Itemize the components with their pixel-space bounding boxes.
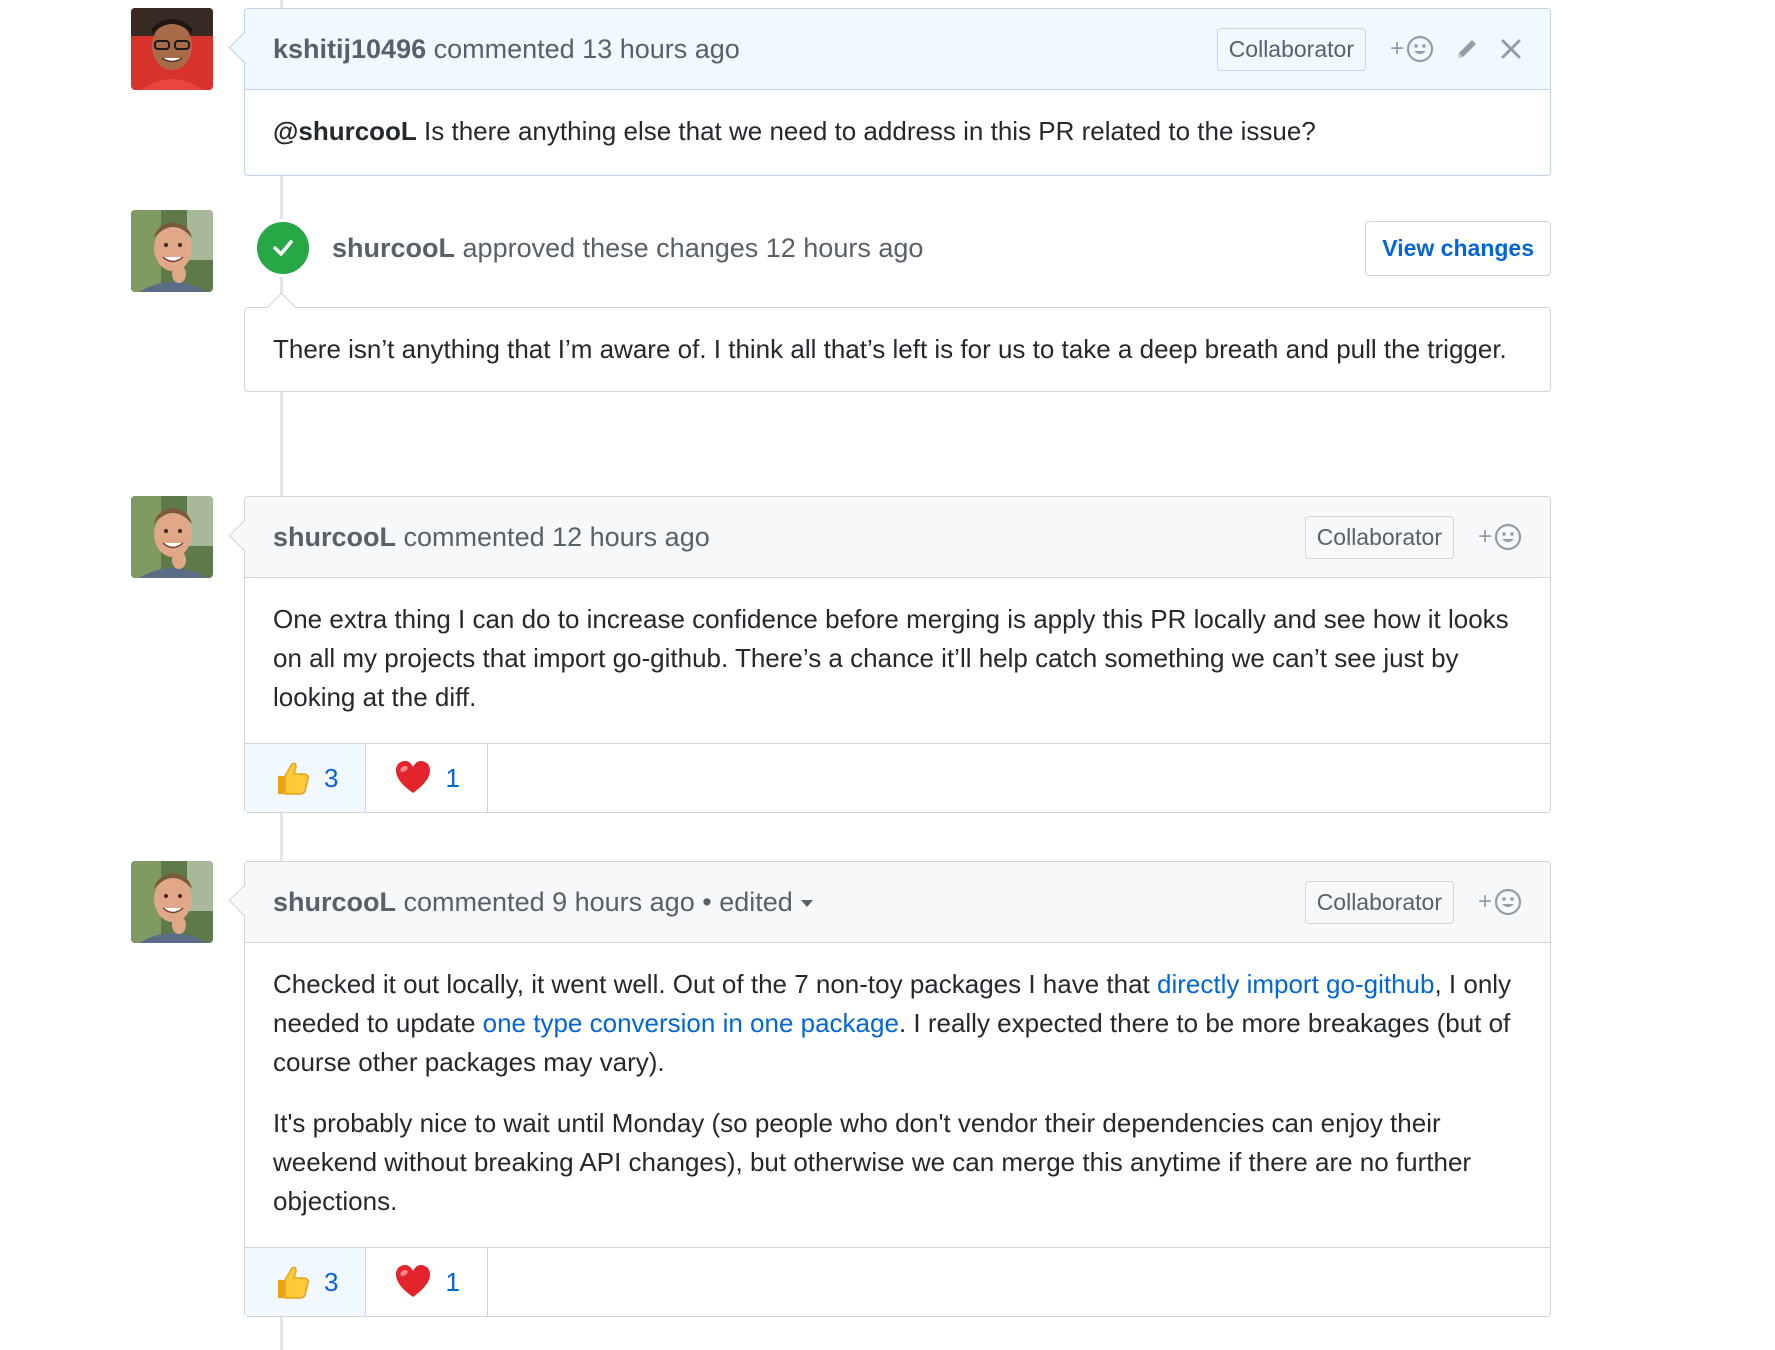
comment-meta: shurcooL commented 9 hours ago • edited (273, 887, 813, 918)
comment-header: shurcooL commented 12 hours ago Collabor… (245, 497, 1550, 578)
heart-icon (396, 761, 431, 793)
collaborator-badge: Collaborator (1216, 27, 1366, 71)
plus-label: + (1389, 35, 1404, 62)
user-mention[interactable]: @shurcooL (273, 116, 417, 146)
comment-timestamp[interactable]: commented 13 hours ago (434, 34, 740, 64)
author-link[interactable]: kshitij10496 (273, 34, 426, 64)
avatar[interactable] (131, 496, 213, 578)
reaction-thumbs-up[interactable]: 3 (245, 744, 367, 812)
author-link[interactable]: shurcooL (273, 522, 396, 552)
author-link[interactable]: shurcooL (273, 887, 396, 917)
directly-import-link[interactable]: directly import go-github (1157, 969, 1434, 999)
comment-card: shurcooL commented 12 hours ago Collabor… (228, 496, 1551, 813)
pencil-icon (1458, 40, 1476, 58)
reactions-bar: 3 1 (245, 1247, 1550, 1316)
reaction-count: 1 (445, 762, 460, 793)
avatar[interactable] (131, 861, 213, 943)
review-comment-card: There isn’t anything that I’m aware of. … (244, 292, 1551, 392)
reaction-count: 3 (324, 1266, 339, 1297)
thumbs-up-icon (278, 762, 309, 795)
reaction-thumbs-up[interactable]: 3 (245, 1248, 367, 1316)
comment-header: shurcooL commented 9 hours ago • edited … (245, 862, 1550, 943)
type-conversion-link[interactable]: one type conversion in one package (483, 1008, 899, 1038)
caret-down-icon (800, 899, 813, 907)
add-reaction-button[interactable]: + (1478, 523, 1522, 551)
comment-paragraph: Checked it out locally, it went well. Ou… (273, 969, 1512, 1077)
comment-meta: shurcooL commented 12 hours ago (273, 522, 710, 553)
comment-body: Checked it out locally, it went well. Ou… (245, 943, 1550, 1247)
comment-timestamp[interactable]: commented 9 hours ago (404, 887, 695, 917)
avatar[interactable] (131, 210, 213, 292)
review-action[interactable]: approved these changes 12 hours ago (463, 233, 924, 263)
smiley-icon (1494, 888, 1522, 916)
comment-header: kshitij10496 commented 13 hours ago Coll… (245, 9, 1550, 90)
view-changes-button[interactable]: View changes (1365, 220, 1551, 276)
review-text: There isn’t anything that I’m aware of. … (273, 334, 1507, 364)
edit-button[interactable] (1454, 36, 1480, 62)
delete-button[interactable] (1500, 38, 1522, 60)
check-icon (254, 219, 312, 277)
add-reaction-button[interactable]: + (1390, 35, 1434, 63)
add-reaction-button[interactable]: + (1478, 888, 1522, 916)
plus-label: + (1477, 523, 1492, 550)
collaborator-badge: Collaborator (1304, 515, 1454, 559)
avatar[interactable] (131, 8, 213, 90)
heart-icon (396, 1265, 431, 1297)
smiley-icon (1494, 523, 1522, 551)
reaction-heart[interactable]: 1 (366, 744, 488, 812)
review-meta: shurcooL approved these changes 12 hours… (332, 233, 923, 264)
reaction-count: 3 (324, 762, 339, 793)
review-event: shurcooL approved these changes 12 hours… (244, 218, 1551, 278)
comment-text: Is there anything else that we need to a… (416, 116, 1316, 146)
plus-label: + (1477, 888, 1492, 915)
comment-body: @shurcooL Is there anything else that we… (245, 90, 1550, 175)
comment-timestamp[interactable]: commented 12 hours ago (404, 522, 710, 552)
comment-text: One extra thing I can do to increase con… (273, 604, 1509, 712)
review-body: There isn’t anything that I’m aware of. … (245, 308, 1550, 391)
collaborator-badge: Collaborator (1304, 880, 1454, 924)
smiley-icon (1406, 35, 1434, 63)
comment-card: kshitij10496 commented 13 hours ago Coll… (228, 8, 1551, 176)
reactions-bar: 3 1 (245, 743, 1550, 812)
comment-meta: kshitij10496 commented 13 hours ago (273, 34, 740, 65)
close-icon (1501, 39, 1521, 59)
reaction-heart[interactable]: 1 (366, 1248, 488, 1316)
comment-card: shurcooL commented 9 hours ago • edited … (228, 861, 1551, 1317)
comment-paragraph: It's probably nice to wait until Monday … (273, 1108, 1472, 1216)
thumbs-up-icon (278, 1266, 309, 1299)
reaction-count: 1 (445, 1266, 460, 1297)
separator: • (694, 886, 720, 917)
edited-dropdown[interactable]: edited (719, 887, 813, 917)
comment-body: One extra thing I can do to increase con… (245, 578, 1550, 743)
author-link[interactable]: shurcooL (332, 233, 455, 263)
